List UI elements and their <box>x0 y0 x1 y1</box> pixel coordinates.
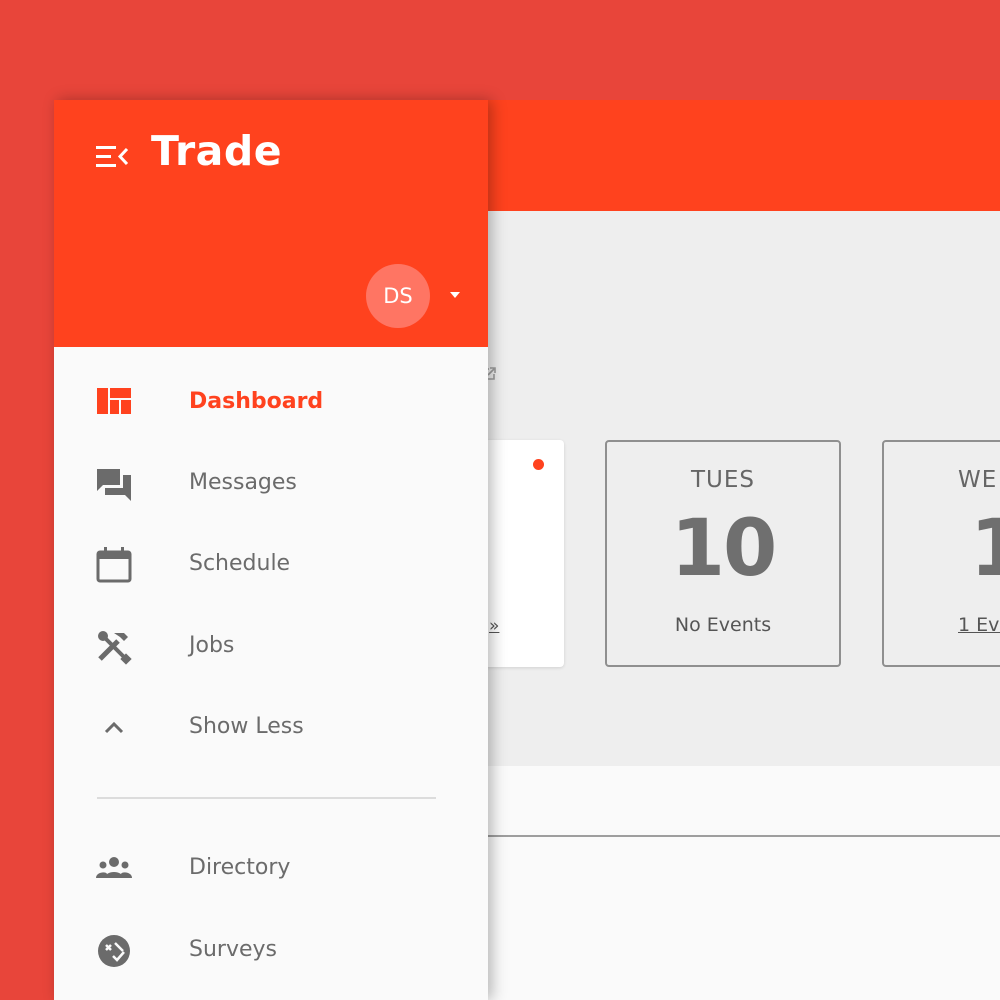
nav-label: Surveys <box>189 937 277 962</box>
event-card-day[interactable]: TUES 10 No Events <box>605 440 841 667</box>
dashboard-icon <box>97 388 131 414</box>
tools-icon <box>98 631 132 665</box>
app-title: Trade <box>151 127 283 175</box>
chevron-up-icon <box>104 721 124 734</box>
day-number: 10 <box>670 504 778 594</box>
nav-item-directory[interactable]: Directory <box>54 833 488 903</box>
messages-icon <box>97 469 131 501</box>
menu-collapse-icon[interactable] <box>96 144 130 170</box>
nav-item-dashboard[interactable]: Dashboard <box>54 367 488 437</box>
nav-label: Dashboard <box>189 389 324 414</box>
day-number: 1 <box>970 504 1000 594</box>
nav-label: Directory <box>189 855 291 880</box>
event-card-link[interactable]: » <box>489 616 499 636</box>
calendar-icon <box>96 547 132 583</box>
survey-icon <box>98 935 130 967</box>
nav-divider <box>97 797 436 799</box>
nav-item-show-less[interactable]: Show Less <box>54 692 488 762</box>
nav-item-schedule[interactable]: Schedule <box>54 529 488 599</box>
day-events-label: No Events <box>674 614 772 636</box>
nav-item-jobs[interactable]: Jobs <box>54 611 488 681</box>
nav-item-messages[interactable]: Messages <box>54 448 488 518</box>
nav-label: Show Less <box>189 714 304 739</box>
drawer-header: Trade DS <box>54 100 488 347</box>
nav-label: Schedule <box>189 551 291 576</box>
nav-item-surveys[interactable]: Surveys <box>54 915 488 985</box>
event-card-day[interactable]: WE 1 1 Eve <box>882 440 1000 667</box>
nav-label: Messages <box>189 470 297 495</box>
navigation-drawer: Trade DS Dashboard Messages Schedule Job… <box>54 100 488 1000</box>
people-icon <box>96 857 132 878</box>
avatar[interactable]: DS <box>366 264 430 328</box>
day-name: WE <box>958 467 998 493</box>
day-name: TUES <box>690 467 755 493</box>
event-indicator-dot <box>533 459 544 470</box>
day-events-link[interactable]: 1 Eve <box>958 614 1000 636</box>
nav-label: Jobs <box>189 633 235 658</box>
caret-down-icon[interactable] <box>450 291 460 299</box>
